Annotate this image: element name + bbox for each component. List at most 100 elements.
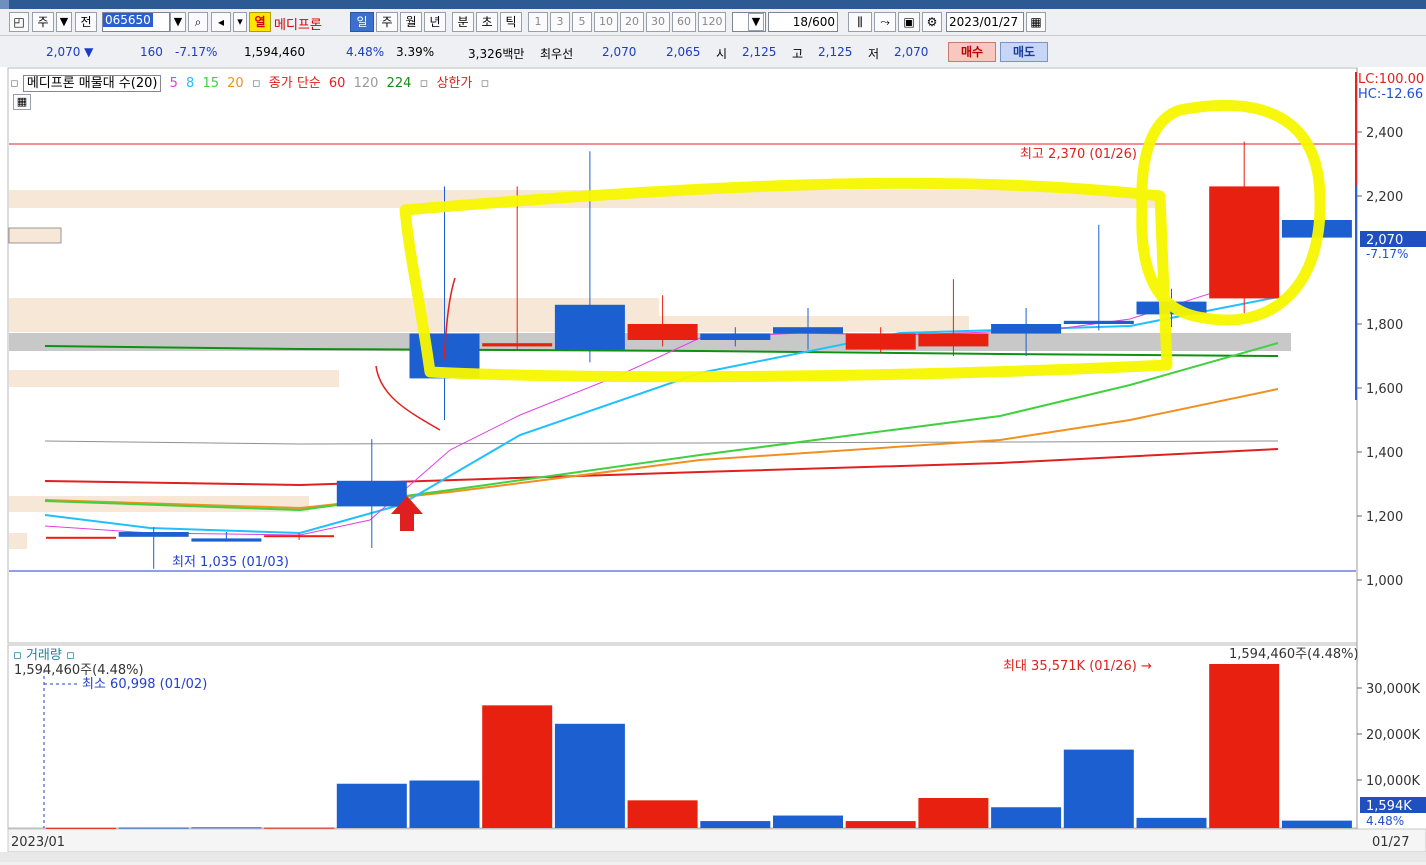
volume-bar[interactable] <box>1281 820 1352 828</box>
minute-30[interactable]: 30 <box>646 12 670 32</box>
volume-pct: 4.48% <box>346 45 385 59</box>
price-volume-chart[interactable]: 2,400 2,200 1,800 1,600 1,400 1,200 1,00… <box>0 67 1426 862</box>
scrollbar[interactable] <box>0 852 1426 862</box>
volume-bar[interactable] <box>773 815 843 828</box>
candle[interactable] <box>918 333 989 347</box>
ma120-label[interactable]: 120 <box>354 76 379 91</box>
speaker-icon[interactable]: ◂ <box>211 12 231 32</box>
minute-10[interactable]: 10 <box>594 12 618 32</box>
y-tick: 1,600 <box>1366 382 1403 397</box>
y-tick: 1,000 <box>1366 574 1403 589</box>
volume-bar[interactable] <box>918 798 989 828</box>
minute-20[interactable]: 20 <box>620 12 644 32</box>
volume-bar[interactable] <box>1136 817 1207 828</box>
ma15-label[interactable]: 15 <box>202 76 219 91</box>
minute-120[interactable]: 120 <box>698 12 726 32</box>
buy-button[interactable]: 매수 <box>948 42 996 62</box>
volume-current-right: 1,594,460주(4.48%) <box>1229 647 1359 662</box>
price-change: 160 <box>140 45 163 59</box>
volume-bar[interactable] <box>191 827 262 829</box>
candle[interactable] <box>554 304 625 350</box>
count-current: 18 <box>792 15 809 29</box>
volume-value: 1,594,460 <box>244 45 306 59</box>
y-tick: 2,400 <box>1366 126 1403 141</box>
legend-title[interactable]: 메디프론 매물대 수(20) <box>22 75 162 92</box>
candle[interactable] <box>845 333 916 350</box>
chart-area[interactable]: 2,400 2,200 1,800 1,600 1,400 1,200 1,00… <box>0 67 1426 862</box>
indicator-legend: ▫ 메디프론 매물대 수(20) 5 8 15 20 ▫ 종가 단순 60 120… <box>10 75 490 92</box>
volume-bar[interactable] <box>336 783 407 828</box>
minute-5[interactable]: 5 <box>572 12 592 32</box>
stock-name[interactable]: 메디프론 <box>274 14 322 33</box>
tab-minute[interactable]: 분 <box>452 12 474 32</box>
candle-style-icon[interactable]: ⫼ <box>848 12 872 32</box>
minute-60[interactable]: 60 <box>672 12 696 32</box>
volume-bar[interactable] <box>46 827 116 829</box>
candle[interactable] <box>627 324 698 340</box>
count-input[interactable]: 18/600 <box>768 12 838 32</box>
ma5-label[interactable]: 5 <box>170 76 178 91</box>
date-input[interactable]: 2023/01/27 <box>946 12 1024 32</box>
candle[interactable] <box>46 536 116 539</box>
tab-year[interactable]: 년 <box>424 12 446 32</box>
volume-bar[interactable] <box>700 821 771 828</box>
chevron-down-icon[interactable]: ▼ <box>56 12 72 32</box>
volume-bar[interactable] <box>482 705 553 828</box>
layout-icon[interactable]: ◰ <box>9 12 29 32</box>
ma8-label[interactable]: 8 <box>186 76 194 91</box>
candle[interactable] <box>264 535 335 538</box>
calendar-icon[interactable]: ▦ <box>1026 12 1046 32</box>
price-y-axis: 2,400 2,200 1,800 1,600 1,400 1,200 1,00… <box>1357 126 1403 589</box>
ma20-label[interactable]: 20 <box>227 76 244 91</box>
volume-bar[interactable] <box>118 827 189 829</box>
custom-period-chevron-icon[interactable]: ▼ <box>748 13 764 31</box>
volume-bar[interactable] <box>991 807 1062 828</box>
sell-button[interactable]: 매도 <box>1000 42 1048 62</box>
ma224-label[interactable]: 224 <box>387 76 412 91</box>
candle[interactable] <box>1209 186 1280 299</box>
search-icon[interactable]: ⌕ <box>188 12 208 32</box>
close-simple-label[interactable]: 종가 단순 <box>269 76 321 91</box>
speaker-dropdown-icon[interactable]: ▾ <box>233 12 247 32</box>
tab-second[interactable]: 초 <box>476 12 498 32</box>
candle[interactable] <box>700 333 771 340</box>
candle[interactable] <box>773 327 843 334</box>
stock-code-input[interactable]: 065650 <box>102 12 170 32</box>
volume-min-annotation: 최소 60,998 (01/02) <box>82 677 207 692</box>
volume-bar[interactable] <box>627 800 698 828</box>
candle[interactable] <box>118 532 189 537</box>
prev-button[interactable]: 전 <box>75 12 97 32</box>
candle[interactable] <box>191 538 262 542</box>
volume-bar[interactable] <box>554 723 625 828</box>
save-icon[interactable]: ▣ <box>898 12 920 32</box>
tab-week[interactable]: 주 <box>376 12 398 32</box>
y-tick: 1,400 <box>1366 446 1403 461</box>
candle[interactable] <box>1063 320 1134 324</box>
volume-bar[interactable] <box>1063 749 1134 828</box>
tab-day[interactable]: 일 <box>350 12 374 32</box>
profile-bar <box>9 533 27 549</box>
window-icon <box>0 0 9 9</box>
minute-3[interactable]: 3 <box>550 12 570 32</box>
lc-label: LC:100.00 <box>1358 72 1424 87</box>
tab-tick[interactable]: 틱 <box>500 12 522 32</box>
candle[interactable] <box>482 343 553 347</box>
volume-bar[interactable] <box>845 821 916 828</box>
draw-tool-icon[interactable]: ⤳ <box>874 12 896 32</box>
volume-bar[interactable] <box>264 827 335 829</box>
ma60-label[interactable]: 60 <box>329 76 346 91</box>
volume-bar[interactable] <box>1209 663 1280 828</box>
grid-icon[interactable]: ▦ <box>13 94 31 110</box>
upper-limit-label[interactable]: 상한가 <box>436 76 472 91</box>
period-toggle[interactable]: 주 <box>32 12 54 32</box>
candle[interactable] <box>991 324 1062 334</box>
code-dropdown-chevron-icon[interactable]: ▼ <box>170 12 186 32</box>
minute-1[interactable]: 1 <box>528 12 548 32</box>
volume-max-annotation: 최대 35,571K (01/26) → <box>1003 659 1152 674</box>
current-pct-tag-text: -7.17% <box>1366 247 1408 261</box>
gear-icon[interactable]: ⚙ <box>922 12 942 32</box>
tab-month[interactable]: 월 <box>400 12 422 32</box>
candle[interactable] <box>336 480 407 507</box>
volume-y-axis: 30,000K 20,000K 10,000K <box>1357 682 1420 789</box>
volume-bar[interactable] <box>409 780 480 828</box>
